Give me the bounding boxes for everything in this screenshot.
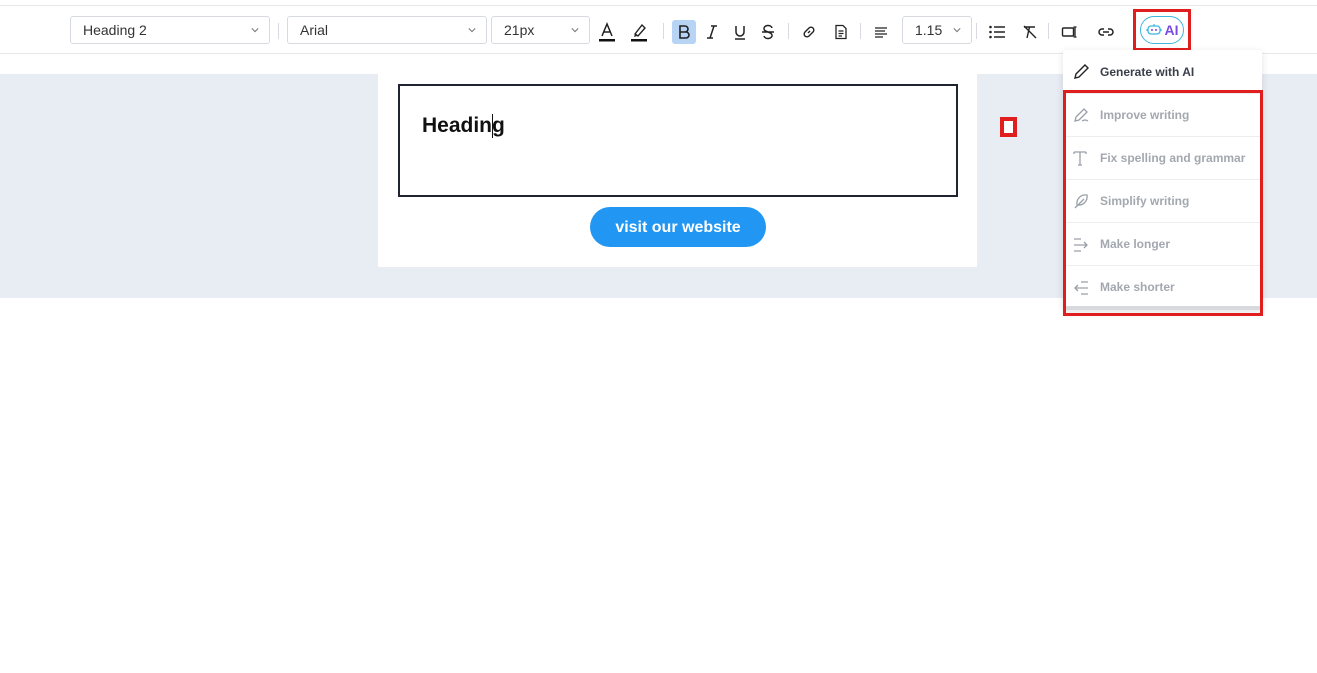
align-left-icon	[875, 27, 887, 38]
menu-item-label: Improve writing	[1100, 108, 1190, 122]
menu-item-label: Make longer	[1100, 237, 1171, 251]
underline-icon	[735, 26, 745, 40]
menu-item-fix-spelling[interactable]: Fix spelling and grammar	[1063, 136, 1262, 179]
menu-scrollbar[interactable]	[1063, 306, 1262, 310]
pencil-icon	[1074, 108, 1089, 122]
block-style-value: Heading 2	[83, 22, 147, 38]
link-icon	[803, 26, 815, 38]
align-button[interactable]	[869, 20, 893, 44]
italic-icon	[707, 25, 717, 39]
font-family-value: Arial	[300, 22, 329, 38]
ai-button-label: AI	[1164, 22, 1179, 38]
strikethrough-icon	[762, 24, 774, 40]
toolbar-divider	[663, 23, 664, 39]
text-cursor	[492, 114, 493, 138]
heading-block[interactable]: Heading	[398, 84, 958, 197]
pencil-icon	[1074, 63, 1089, 79]
feather-icon	[1074, 194, 1088, 209]
unlink-button[interactable]	[1094, 20, 1118, 44]
italic-button[interactable]	[700, 20, 724, 44]
link-icon	[1098, 28, 1114, 36]
menu-item-label: Generate with AI	[1100, 64, 1195, 79]
text-color-button[interactable]	[595, 20, 619, 44]
ai-robot-icon	[1145, 24, 1162, 35]
bullet-list-icon	[989, 25, 1005, 39]
bullet-list-button[interactable]	[985, 20, 1009, 44]
menu-item-make-shorter[interactable]: Make shorter	[1063, 265, 1262, 308]
font-size-value: 21px	[504, 22, 535, 38]
arrow-right-icon	[1074, 238, 1088, 252]
bold-icon	[679, 25, 690, 39]
chevron-down-icon	[571, 28, 579, 33]
highlighter-icon	[631, 23, 647, 42]
tag-icon	[1061, 26, 1077, 38]
chevron-down-icon	[953, 28, 961, 33]
line-height-value: 1.15	[915, 22, 943, 38]
insert-document-button[interactable]	[829, 20, 853, 44]
chevron-down-icon	[251, 28, 259, 33]
ai-assistant-button[interactable]: AI	[1140, 16, 1184, 44]
menu-item-make-longer[interactable]: Make longer	[1063, 222, 1262, 265]
menu-item-label: Simplify writing	[1100, 194, 1190, 208]
toolbar-divider	[788, 23, 789, 39]
insert-link-button[interactable]	[797, 20, 821, 44]
ai-dropdown-menu: Generate with AI Improve writing Fix spe…	[1063, 50, 1262, 310]
arrow-left-icon	[1074, 281, 1088, 295]
menu-item-generate-with-ai[interactable]: Generate with AI	[1063, 50, 1262, 93]
clear-formatting-icon	[1023, 25, 1037, 39]
cta-button[interactable]: visit our website	[590, 207, 766, 247]
editor-toolbar: Heading 2 Arial 21px 1.15	[0, 5, 1317, 54]
toolbar-divider	[860, 23, 861, 39]
strikethrough-button[interactable]	[756, 20, 780, 44]
chevron-down-icon	[468, 28, 476, 33]
text-color-icon	[599, 22, 615, 42]
highlight-marker	[1000, 117, 1017, 137]
toolbar-divider	[976, 23, 977, 39]
merge-tag-button[interactable]	[1058, 20, 1082, 44]
highlight-color-button[interactable]	[627, 20, 651, 44]
underline-button[interactable]	[728, 20, 752, 44]
line-height-select[interactable]: 1.15	[902, 16, 972, 44]
menu-item-label: Make shorter	[1100, 280, 1175, 294]
document-icon	[835, 24, 847, 40]
toolbar-divider	[1048, 23, 1049, 39]
toolbar-divider	[278, 23, 279, 39]
clear-formatting-button[interactable]	[1018, 20, 1042, 44]
block-style-select[interactable]: Heading 2	[70, 16, 270, 44]
font-family-select[interactable]: Arial	[287, 16, 487, 44]
menu-item-simplify-writing[interactable]: Simplify writing	[1063, 179, 1262, 222]
bold-button[interactable]	[672, 20, 696, 44]
text-icon	[1073, 151, 1087, 166]
menu-item-improve-writing[interactable]: Improve writing	[1063, 93, 1262, 136]
font-size-select[interactable]: 21px	[491, 16, 590, 44]
menu-item-label: Fix spelling and grammar	[1100, 151, 1246, 165]
